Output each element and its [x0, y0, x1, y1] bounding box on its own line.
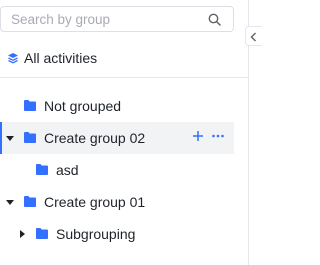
- group-item-create-group-01[interactable]: Create group 01: [0, 186, 249, 218]
- layers-icon: [8, 53, 18, 64]
- all-activities-label: All activities: [24, 50, 98, 66]
- caret-down-icon[interactable]: [6, 134, 14, 142]
- group-item-asd[interactable]: asd: [0, 154, 249, 186]
- group-item-not-grouped[interactable]: Not grouped: [0, 90, 249, 122]
- all-activities-item[interactable]: All activities: [7, 49, 97, 67]
- group-label: Subgrouping: [56, 226, 136, 242]
- group-sidebar: All activities Not grouped Create group …: [0, 0, 249, 265]
- group-label: Not grouped: [44, 98, 122, 114]
- folder-icon: [24, 196, 36, 207]
- more-icon[interactable]: [212, 134, 224, 138]
- search-input[interactable]: [11, 10, 191, 28]
- caret-down-icon[interactable]: [6, 198, 14, 206]
- group-actions: [192, 130, 224, 142]
- folder-icon: [36, 228, 48, 239]
- folder-icon: [24, 132, 36, 143]
- group-item-create-group-02[interactable]: Create group 02: [0, 122, 234, 154]
- group-label: Create group 02: [44, 130, 146, 146]
- collapse-sidebar-button[interactable]: [245, 26, 262, 46]
- search-icon[interactable]: [208, 13, 221, 26]
- group-label: asd: [56, 162, 79, 178]
- divider: [0, 77, 249, 78]
- chevron-left-icon: [250, 32, 256, 42]
- plus-icon[interactable]: [192, 130, 204, 142]
- search-box: [0, 6, 234, 32]
- group-item-subgrouping[interactable]: Subgrouping: [0, 218, 249, 250]
- caret-right-icon[interactable]: [18, 230, 26, 238]
- folder-icon: [36, 164, 48, 175]
- folder-icon: [24, 100, 36, 111]
- group-label: Create group 01: [44, 194, 146, 210]
